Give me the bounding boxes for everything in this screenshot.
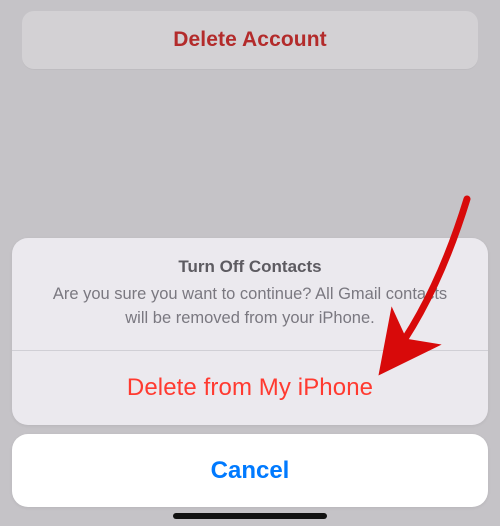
screen: Delete Account Turn Off Contacts Are you… [0, 0, 500, 526]
action-sheet-title: Turn Off Contacts [42, 257, 458, 277]
delete-from-iphone-button[interactable]: Delete from My iPhone [12, 351, 488, 425]
action-sheet-description: Are you sure you want to continue? All G… [42, 283, 458, 330]
action-sheet-header: Turn Off Contacts Are you sure you want … [12, 238, 488, 350]
home-indicator [173, 513, 327, 519]
action-sheet: Turn Off Contacts Are you sure you want … [12, 238, 488, 507]
action-sheet-card: Turn Off Contacts Are you sure you want … [12, 238, 488, 425]
cancel-label: Cancel [211, 457, 290, 485]
cancel-button[interactable]: Cancel [12, 434, 488, 507]
delete-from-iphone-label: Delete from My iPhone [127, 374, 373, 402]
delete-account-button[interactable]: Delete Account [22, 11, 478, 69]
delete-account-label: Delete Account [173, 28, 327, 52]
